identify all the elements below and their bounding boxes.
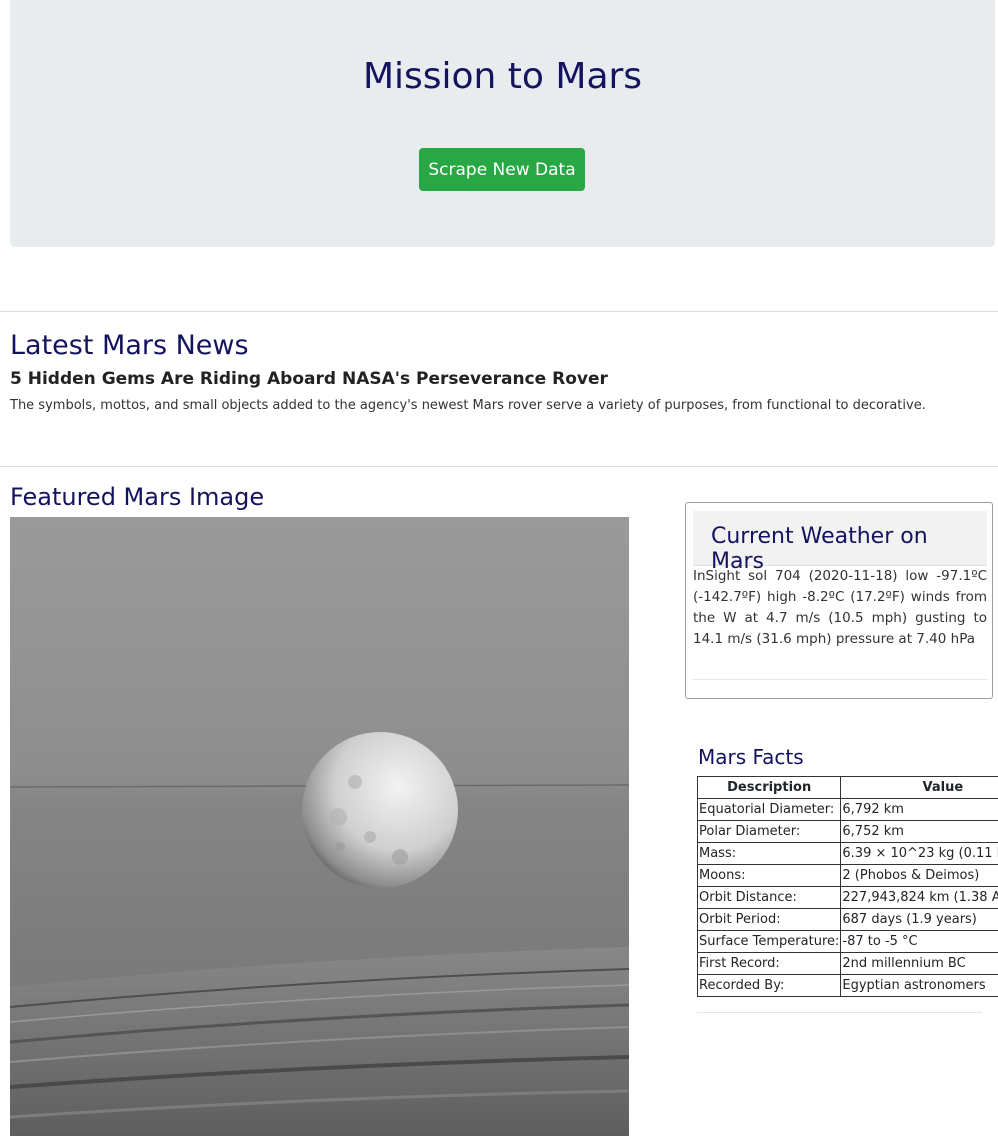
divider [693,679,987,680]
table-row: First Record: 2nd millennium BC [697,952,998,975]
mars-facts-table-container: Description Value Equatorial Diameter: 6,… [697,776,998,1000]
fact-value: 2 (Phobos & Deimos) [840,864,998,887]
fact-value: Egyptian astronomers [840,974,998,997]
fact-label: Orbit Period: [697,908,842,931]
fact-value: 227,943,824 km (1.38 AU) [840,886,998,909]
weather-card-header: Current Weather on Mars [693,511,987,574]
news-headline: 5 Hidden Gems Are Riding Aboard NASA's P… [10,369,608,389]
divider [0,311,998,312]
fact-value: 6,752 km [840,820,998,843]
page-title: Mission to Mars [362,56,643,97]
featured-image-heading: Featured Mars Image [10,483,265,511]
weather-text: InSight sol 704 (2020-11-18) low -97.1ºC… [693,568,987,647]
divider [0,466,998,467]
column-header: Description [697,776,842,799]
table-row: Orbit Period: 687 days (1.9 years) [697,908,998,931]
news-teaser: The symbols, mottos, and small objects a… [10,398,926,413]
table-row: Polar Diameter: 6,752 km [697,820,998,843]
fact-label: Surface Temperature: [697,930,842,953]
jumbotron: Mission to Mars Scrape New Data [10,0,995,247]
divider [697,1012,982,1013]
table-row: Recorded By: Egyptian astronomers [697,974,998,997]
fact-label: First Record: [697,952,842,975]
mars-facts-table: Description Value Equatorial Diameter: 6,… [697,776,998,997]
fact-value: -87 to -5 °C [840,930,998,953]
fact-label: Equatorial Diameter: [697,798,842,821]
table-row: Equatorial Diameter: 6,792 km [697,798,998,821]
weather-card: Current Weather on Mars InSight sol 704 … [685,502,993,699]
fact-label: Polar Diameter: [697,820,842,843]
fact-label: Orbit Distance: [697,886,842,909]
featured-mars-image [10,517,629,1136]
fact-value: 687 days (1.9 years) [840,908,998,931]
latest-news-heading: Latest Mars News [10,330,249,361]
scrape-new-data-button[interactable]: Scrape New Data [419,148,585,191]
fact-label: Mass: [697,842,842,865]
fact-value: 6,792 km [840,798,998,821]
fact-label: Moons: [697,864,842,887]
fact-value: 2nd millennium BC [840,952,998,975]
fact-value: 6.39 × 10^23 kg (0.11 Earths) [840,842,998,865]
table-row: Mass:6.39 × 10^23 kg (0.11 Earths) [697,842,998,865]
table-row: Surface Temperature: -87 to -5 °C [697,930,998,953]
fact-label: Recorded By: [697,974,842,997]
table-row: Orbit Distance: 227,943,824 km (1.38 AU) [697,886,998,909]
column-header: Value [840,776,998,799]
table-row: Moons: 2 (Phobos & Deimos) [697,864,998,887]
table-header-row: Description Value [697,776,998,799]
mars-facts-heading: Mars Facts [698,745,804,769]
